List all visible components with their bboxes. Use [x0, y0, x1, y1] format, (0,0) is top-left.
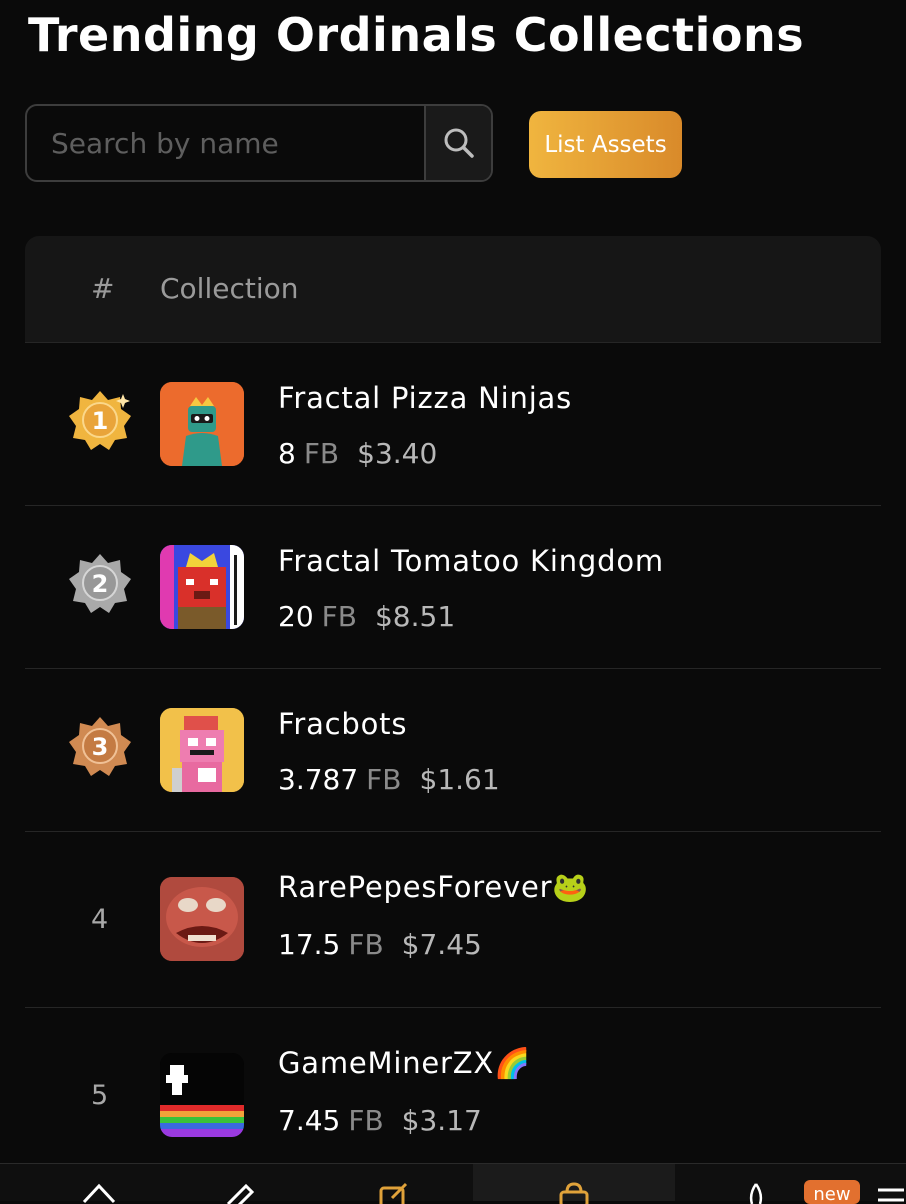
collection-name[interactable]: Fractal Pizza Ninjas — [278, 381, 572, 415]
collection-thumbnail — [160, 545, 244, 629]
search-box — [25, 104, 493, 182]
floor-unit: FB — [321, 600, 357, 633]
floor-usd: $3.17 — [401, 1104, 482, 1137]
collection-stats: 17.5 FB $7.45 — [278, 928, 482, 961]
game-miner-image — [160, 1053, 244, 1137]
collection-thumbnail — [160, 877, 244, 961]
collection-name[interactable]: Fractal Tomatoo Kingdom — [278, 544, 664, 578]
column-rank-header: # — [91, 272, 115, 305]
table-row[interactable]: 5 GameMinerZX🌈 7.45 FB $3.17 — [25, 1008, 881, 1168]
table-row[interactable]: 1 Fractal Pizza Ninjas 8 FB $3.40 — [25, 343, 881, 506]
floor-usd: $3.40 — [357, 437, 438, 470]
collection-thumbnail — [160, 382, 244, 466]
collection-name[interactable]: Fracbots — [278, 707, 407, 741]
collection-name[interactable]: RarePepesForever🐸 — [278, 870, 589, 905]
bronze-medal-icon: 3 — [69, 717, 131, 776]
tomatoo-kingdom-image — [160, 545, 244, 629]
pencil-icon[interactable] — [222, 1182, 256, 1204]
floor-amount: 17.5 — [278, 928, 341, 961]
table-header: # Collection — [25, 236, 881, 343]
floor-usd: $1.61 — [419, 763, 500, 796]
floor-unit: FB — [303, 437, 340, 470]
new-badge: new — [804, 1180, 860, 1204]
collection-thumbnail — [160, 708, 244, 792]
floor-usd: $8.51 — [374, 600, 456, 633]
floor-amount: 8 — [278, 437, 296, 470]
svg-text:3: 3 — [92, 733, 109, 761]
gold-medal-icon: 1 — [69, 391, 131, 450]
menu-icon[interactable] — [876, 1182, 906, 1204]
collection-stats: 3.787 FB $1.61 — [278, 763, 500, 796]
pizza-ninja-image — [160, 382, 244, 466]
floor-unit: FB — [366, 763, 402, 796]
floor-unit: FB — [348, 928, 384, 961]
collection-stats: 7.45 FB $3.17 — [278, 1104, 482, 1137]
floor-amount: 7.45 — [278, 1104, 341, 1137]
column-collection-header: Collection — [160, 272, 299, 305]
floor-amount: 3.787 — [278, 763, 359, 796]
search-icon — [444, 128, 474, 158]
rank-number: 4 — [91, 904, 109, 935]
table-row[interactable]: 3 Fracbots 3.787 FB $1.61 — [25, 669, 881, 832]
collection-stats: 8 FB $3.40 — [278, 437, 437, 470]
rare-pepe-image — [160, 877, 244, 961]
rank-number: 5 — [91, 1080, 109, 1111]
fracbots-image — [160, 708, 244, 792]
collection-name[interactable]: GameMinerZX🌈 — [278, 1046, 531, 1081]
collection-stats: 20 FB $8.51 — [278, 600, 455, 633]
flame-icon[interactable] — [745, 1182, 767, 1204]
search-input[interactable] — [27, 106, 424, 180]
svg-text:1: 1 — [92, 407, 109, 435]
floor-amount: 20 — [278, 600, 314, 633]
bag-icon[interactable] — [558, 1182, 590, 1204]
bottom-nav: new — [0, 1163, 906, 1204]
silver-medal-icon: 2 — [69, 554, 131, 613]
collections-table: # Collection 1 Fractal Pizza Ninjas 8 FB $… — [25, 236, 881, 1168]
floor-unit: FB — [348, 1104, 384, 1137]
table-row[interactable]: 2 Fractal Tomatoo Kingdom 20 FB $8.51 — [25, 506, 881, 669]
edit-icon[interactable] — [378, 1182, 412, 1204]
home-icon[interactable] — [80, 1182, 118, 1204]
list-assets-button[interactable]: List Assets — [529, 111, 682, 178]
table-row[interactable]: 4 RarePepesForever🐸 17.5 FB $7.45 — [25, 832, 881, 1008]
page-title: Trending Ordinals Collections — [28, 8, 805, 62]
svg-text:2: 2 — [92, 570, 109, 598]
collection-thumbnail — [160, 1053, 244, 1137]
floor-usd: $7.45 — [401, 928, 482, 961]
search-button[interactable] — [424, 106, 491, 180]
